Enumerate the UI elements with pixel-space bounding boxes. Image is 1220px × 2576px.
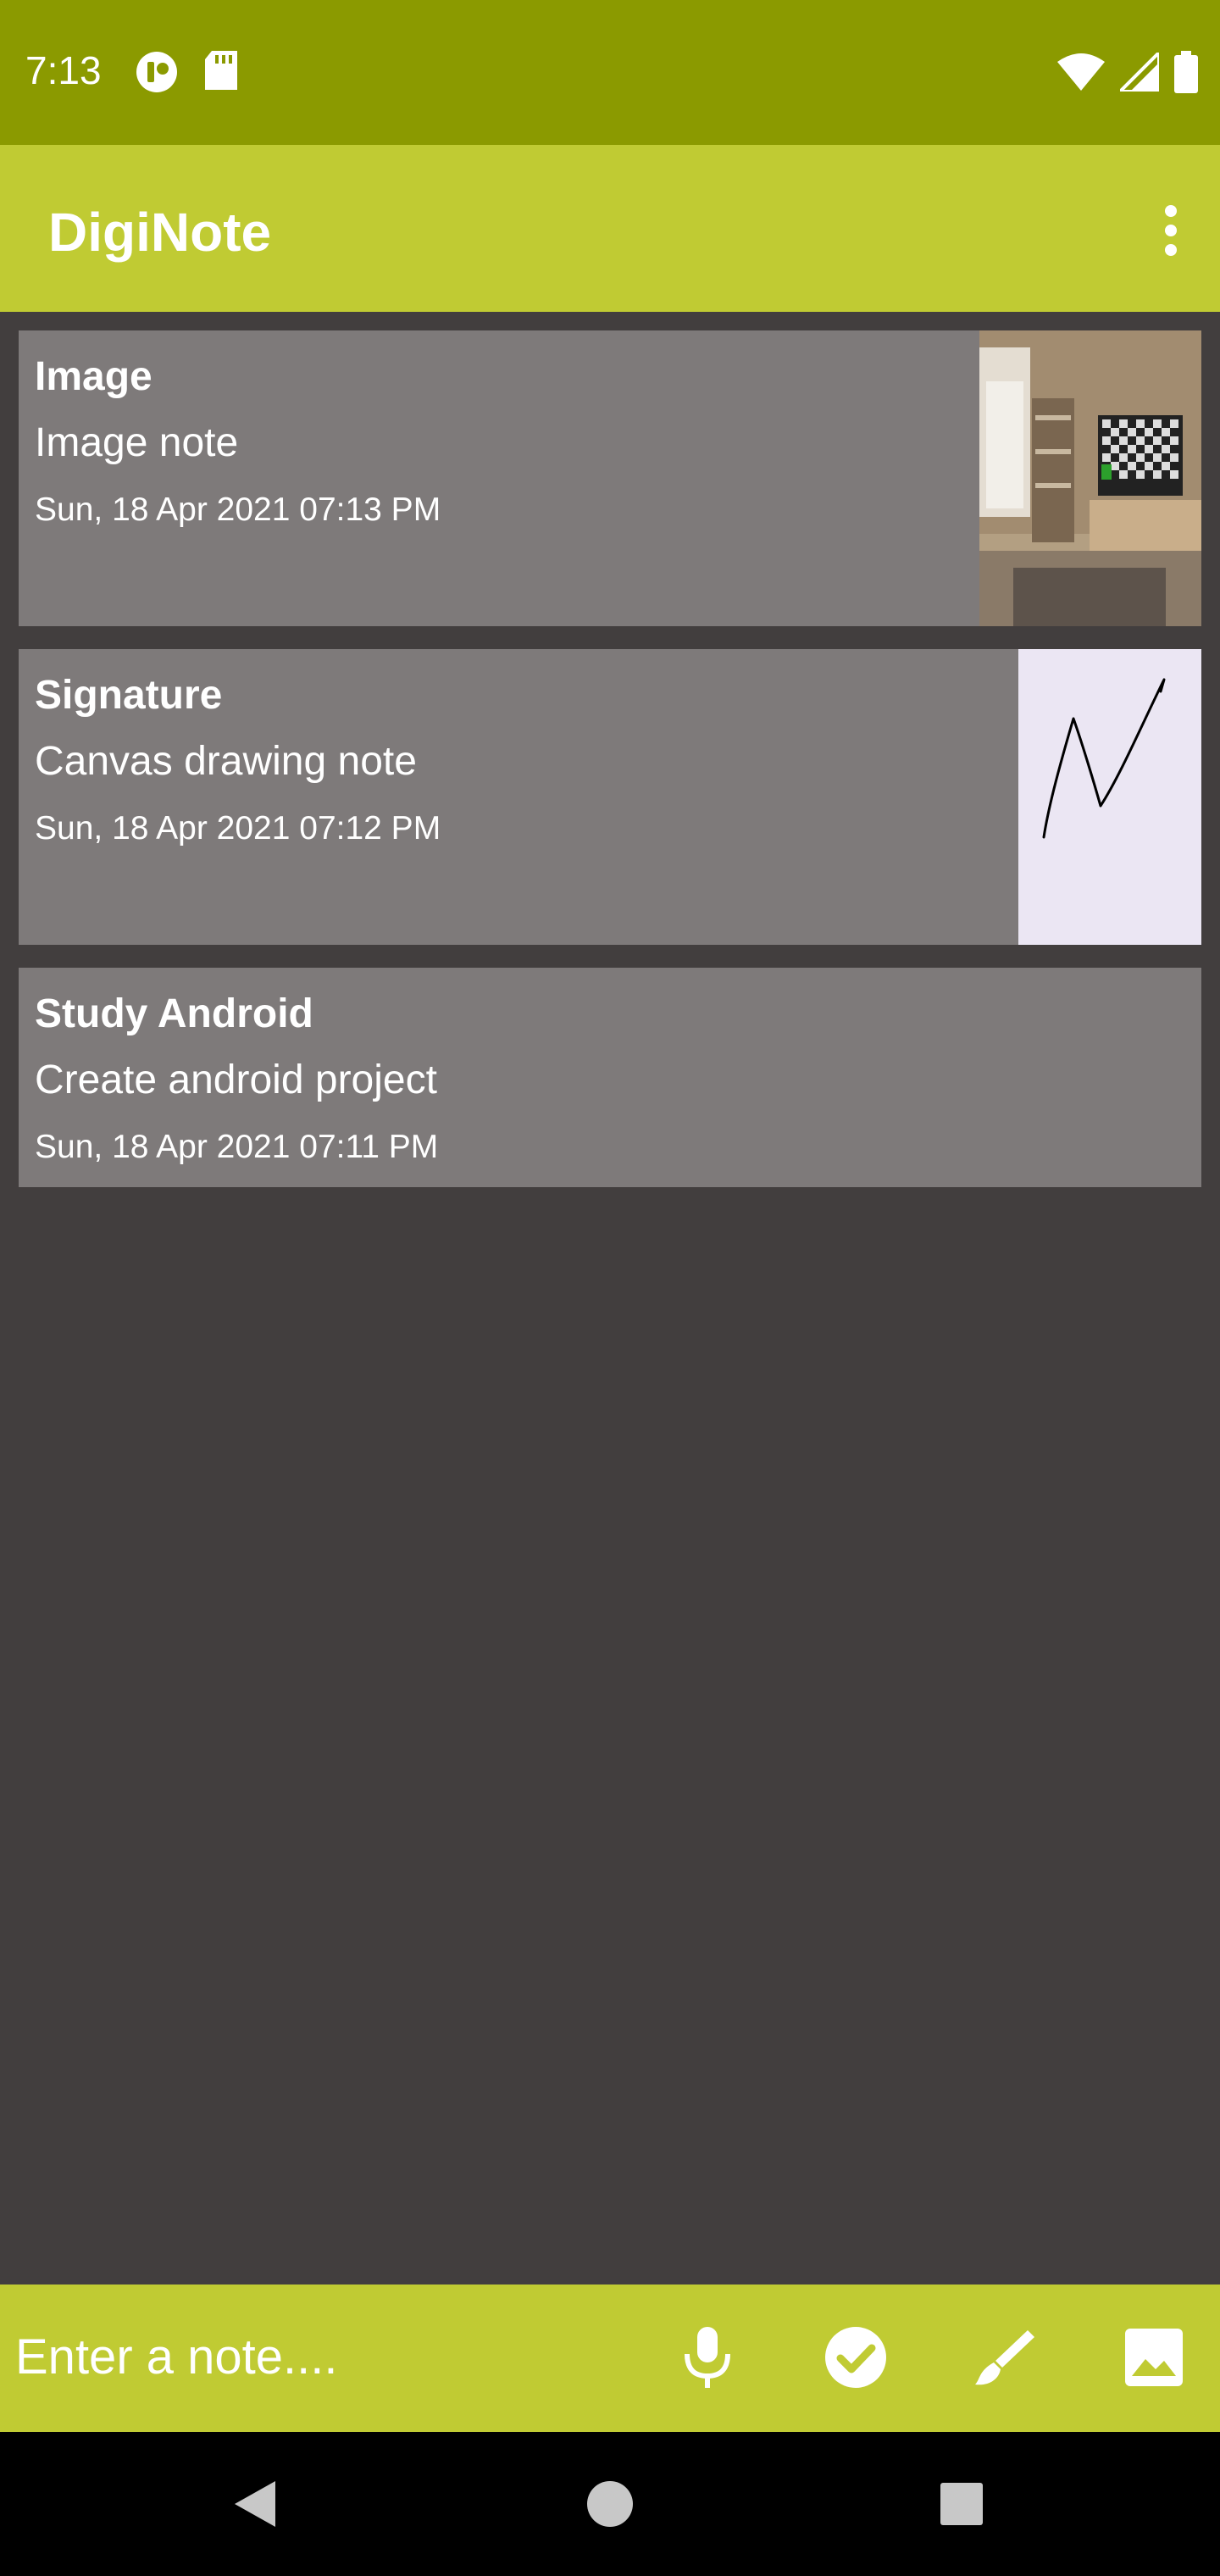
check-circle-icon[interactable]	[822, 2323, 890, 2391]
note-card-signature[interactable]: Signature Canvas drawing note Sun, 18 Ap…	[19, 649, 1201, 945]
note-date: Sun, 18 Apr 2021 07:12 PM	[35, 810, 441, 847]
note-body: Canvas drawing note	[35, 739, 417, 784]
note-input[interactable]	[15, 2318, 642, 2395]
note-thumbnail-photo	[979, 330, 1201, 626]
battery-icon	[1174, 51, 1198, 97]
app-title: DigiNote	[48, 202, 272, 263]
signal-icon	[1116, 48, 1161, 96]
image-icon[interactable]	[1120, 2323, 1188, 2391]
note-title: Study Android	[35, 991, 313, 1036]
note-body: Create android project	[35, 1058, 437, 1102]
mic-icon[interactable]	[674, 2323, 741, 2391]
note-input-bar	[0, 2285, 1220, 2432]
recents-icon[interactable]	[932, 2474, 991, 2534]
system-nav-bar	[0, 2432, 1220, 2576]
notes-list: Image Image note Sun, 18 Apr 2021 07:13 …	[19, 330, 1201, 1210]
note-date: Sun, 18 Apr 2021 07:13 PM	[35, 491, 441, 528]
sd-card-icon	[203, 51, 239, 97]
app-bar: DigiNote	[0, 145, 1220, 312]
back-icon[interactable]	[225, 2474, 284, 2534]
more-vert-icon[interactable]	[1154, 204, 1188, 257]
brush-icon[interactable]	[970, 2323, 1038, 2391]
note-card-study-android[interactable]: Study Android Create android project Sun…	[19, 968, 1201, 1187]
note-thumbnail-signature	[1018, 649, 1201, 945]
status-bar: 7:13	[0, 0, 1220, 145]
note-card-image[interactable]: Image Image note Sun, 18 Apr 2021 07:13 …	[19, 330, 1201, 626]
note-title: Image	[35, 354, 152, 399]
note-date: Sun, 18 Apr 2021 07:11 PM	[35, 1129, 439, 1165]
wifi-icon	[1057, 53, 1105, 95]
tip-icon	[136, 51, 178, 97]
note-title: Signature	[35, 673, 223, 718]
home-icon[interactable]	[580, 2474, 640, 2534]
note-body: Image note	[35, 420, 239, 465]
status-time: 7:13	[25, 48, 102, 92]
